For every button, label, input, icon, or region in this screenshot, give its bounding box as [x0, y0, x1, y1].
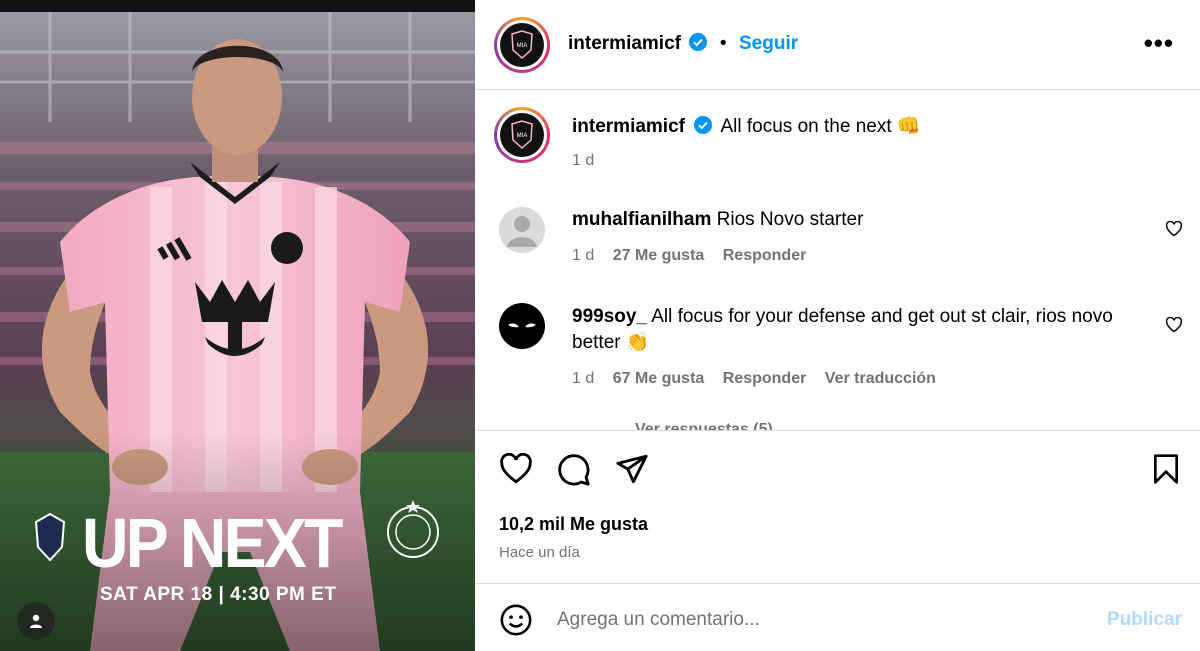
svg-text:MIA: MIA: [517, 43, 528, 49]
dark-eyes-avatar-icon: [508, 323, 536, 328]
comment-like-heart-icon[interactable]: [1165, 317, 1183, 333]
post-header: MIA intermiamicf • Seguir •••: [475, 0, 1200, 90]
comment-like-heart-icon[interactable]: [1165, 221, 1183, 237]
caption-avatar[interactable]: MIA: [494, 107, 550, 163]
view-replies-button[interactable]: Ver respuestas (5): [635, 421, 773, 430]
commenter-avatar[interactable]: [499, 207, 545, 253]
user-tag-icon: [30, 614, 42, 628]
comment-time: 1 d: [572, 247, 595, 264]
comment-item: 999soy_ All focus for your defense and g…: [475, 296, 1200, 406]
post-timestamp: Hace un día: [499, 544, 580, 561]
image-match-info: SAT APR 18 | 4:30 PM ET: [100, 584, 337, 605]
post-comment-button[interactable]: Publicar: [1107, 609, 1182, 631]
comment-likes[interactable]: 27 Me gusta: [613, 247, 705, 264]
caption-text: All focus on the next 👊: [720, 116, 921, 137]
emoji-icon[interactable]: [499, 603, 533, 637]
author-username[interactable]: intermiamicf: [568, 33, 681, 54]
post-actions: 10,2 mil Me gusta Hace un día: [475, 430, 1200, 584]
comment-icon[interactable]: [557, 453, 591, 487]
follow-button[interactable]: Seguir: [739, 33, 798, 54]
comment-text: All focus for your defense and get out s…: [572, 306, 1113, 353]
bookmark-icon[interactable]: [1152, 453, 1180, 485]
verified-badge-icon: [689, 33, 708, 51]
comment-text: Rios Novo starter: [716, 209, 864, 230]
svg-text:MIA: MIA: [517, 133, 528, 139]
post-image[interactable]: UP NEXT SAT APR 18 | 4:30 PM ET: [0, 12, 475, 651]
post-detail-panel: MIA intermiamicf • Seguir ••• MIA interm…: [475, 0, 1200, 651]
more-options-icon[interactable]: •••: [1144, 30, 1174, 56]
comment-likes[interactable]: 67 Me gusta: [613, 370, 705, 387]
comment-username[interactable]: muhalfianilham: [572, 209, 711, 230]
user-tag-button[interactable]: [17, 602, 55, 640]
verified-badge-icon: [694, 116, 713, 134]
commenter-avatar[interactable]: [499, 303, 545, 349]
add-comment-bar: Agrega un comentario... Publicar: [475, 583, 1200, 651]
caption: intermiamicf All focus on the next 👊: [572, 114, 921, 140]
heart-icon[interactable]: [499, 453, 533, 485]
comment-username[interactable]: 999soy_: [572, 306, 647, 327]
reply-button[interactable]: Responder: [723, 370, 807, 387]
club-crest-icon: MIA: [511, 30, 533, 60]
see-translation-button[interactable]: Ver traducción: [825, 370, 936, 387]
comment-time: 1 d: [572, 370, 595, 387]
caption-username[interactable]: intermiamicf: [572, 116, 685, 137]
default-avatar-icon: [507, 216, 537, 247]
likes-count[interactable]: 10,2 mil Me gusta: [499, 514, 648, 535]
header-separator: •: [719, 33, 727, 54]
caption-time: 1 d: [572, 152, 595, 169]
comment-item: muhalfianilham Rios Novo starter 1 d 27 …: [475, 200, 1200, 280]
reply-button[interactable]: Responder: [723, 247, 807, 264]
image-headline: UP NEXT: [82, 504, 343, 582]
share-icon[interactable]: [615, 453, 649, 485]
comments-list[interactable]: MIA intermiamicf All focus on the next 👊…: [475, 90, 1200, 430]
comment-input[interactable]: Agrega un comentario...: [557, 609, 760, 631]
club-crest-icon: MIA: [511, 120, 533, 150]
author-avatar[interactable]: MIA: [494, 17, 550, 73]
